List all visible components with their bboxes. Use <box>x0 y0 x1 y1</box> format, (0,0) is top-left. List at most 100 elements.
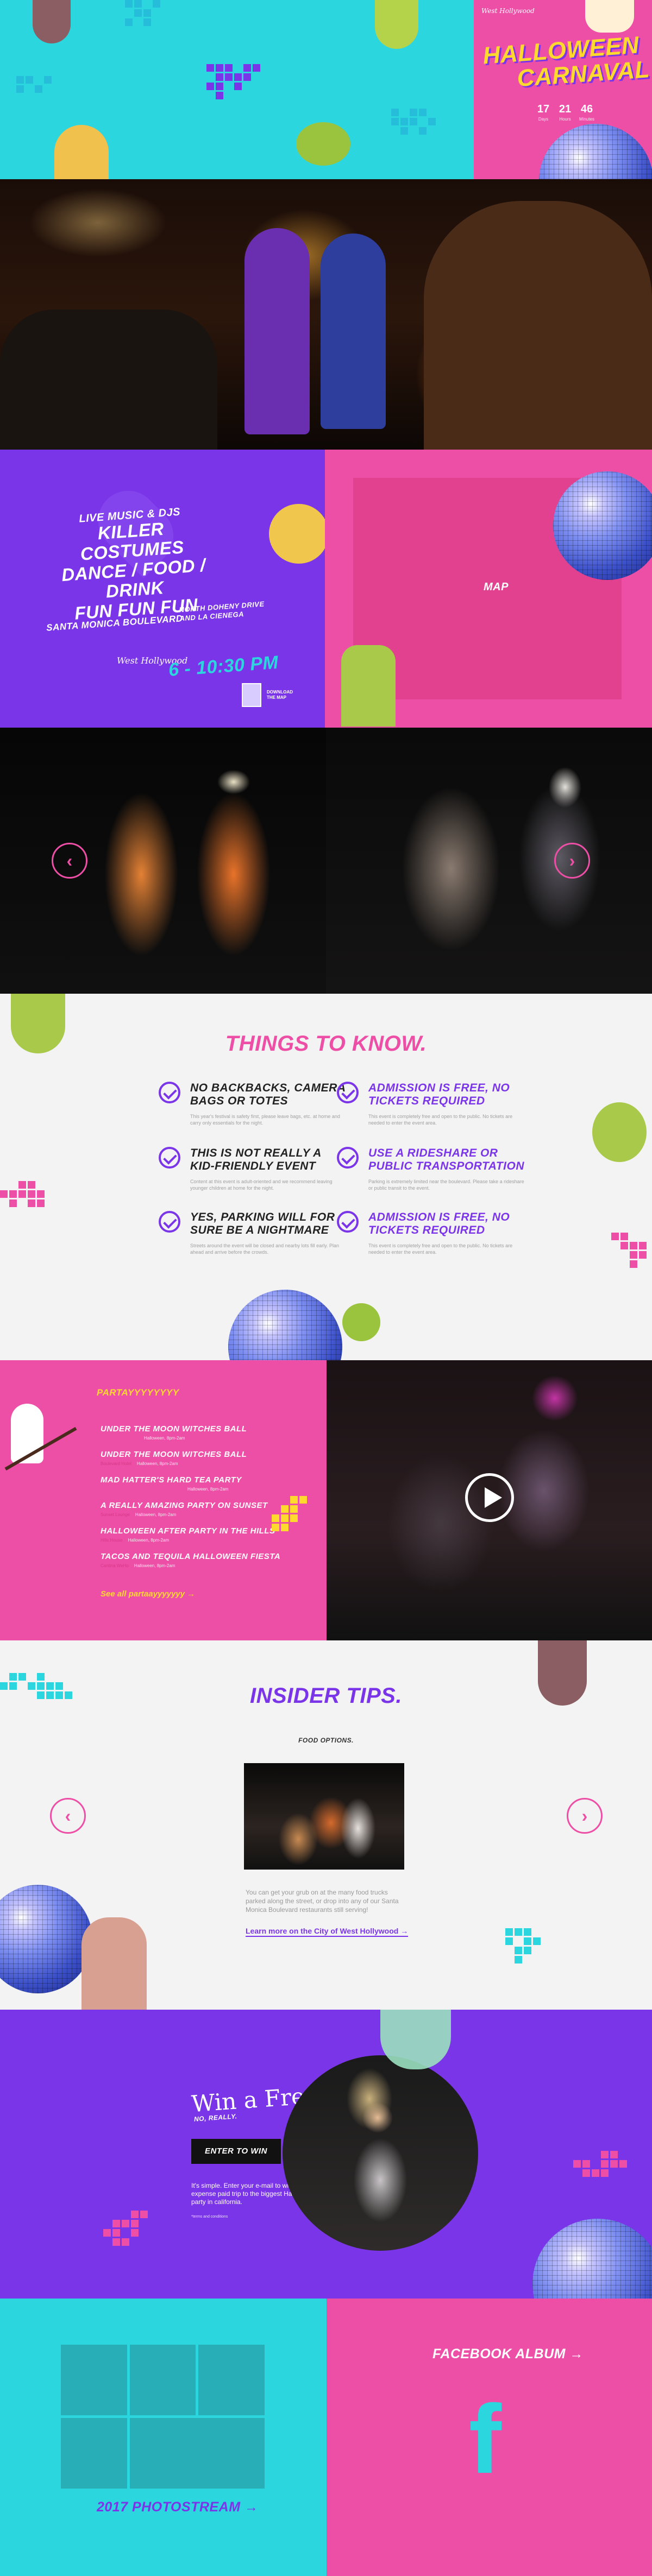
parties-list: Under the Moon Witches Ball Halloween, 8… <box>101 1424 280 1577</box>
download-map-label: Download the map <box>267 690 293 700</box>
arrow-right-icon: → <box>400 1927 409 1935</box>
photostream-panel[interactable]: 2017 PHOTOSTREAM → <box>0 2299 327 2576</box>
tip-title: This is not really a kid-friendly event <box>190 1147 322 1172</box>
chevron-right-icon: › <box>581 1806 588 1826</box>
arrow-right-icon: → <box>569 2346 584 2362</box>
party-date: Halloween, 8pm-2am <box>144 1436 185 1441</box>
checkmark-icon <box>337 1082 359 1103</box>
party-title[interactable]: Halloween After Party in the Hills <box>101 1526 280 1536</box>
party-title[interactable]: A Really Amazing Party on Sunset <box>101 1501 280 1510</box>
chevron-right-icon: › <box>569 851 575 870</box>
download-map-link[interactable]: Download the map <box>242 683 299 707</box>
tip-title: Use a rideshare or public transportation <box>368 1147 524 1172</box>
party-list-item[interactable]: Under the Moon Witches Ball Boulevard Ho… <box>101 1450 280 1466</box>
checkmark-icon <box>159 1147 180 1169</box>
map-label: MAP <box>484 581 509 593</box>
party-venue: Cantina WeHo <box>101 1563 129 1568</box>
tip-item: Use a rideshare or public transportation… <box>337 1147 526 1191</box>
party-title[interactable]: Tacos and Tequila Halloween Fiesta <box>101 1552 280 1561</box>
party-date: Halloween, 8pm-2am <box>134 1563 175 1568</box>
chevron-left-icon: ‹ <box>66 851 73 870</box>
party-date: Halloween, 8pm-2am <box>128 1538 170 1543</box>
bat-illustration-icon <box>33 0 71 43</box>
facebook-album-link[interactable]: FACEBOOK ALBUM → <box>432 2346 584 2362</box>
crowd-figure <box>0 310 217 450</box>
party-list-item[interactable]: Tacos and Tequila Halloween Fiesta Canti… <box>101 1552 280 1568</box>
photostream-thumb[interactable] <box>61 2418 127 2489</box>
photo-gallery: ‹ › <box>0 728 652 994</box>
pixel-block-decoration <box>103 2211 148 2246</box>
terms-link[interactable]: *terms and conditions <box>191 2215 228 2219</box>
witch-illustration-icon <box>54 125 109 179</box>
disco-ball-icon <box>532 2219 652 2299</box>
party-list-item[interactable]: Mad Hatter's Hard Tea Party Halloween, 8… <box>101 1475 280 1492</box>
party-meta: Halloween, 8pm-2am <box>101 1436 280 1441</box>
pixel-block-decoration <box>272 1496 307 1531</box>
insider-tips-section: INSIDER TIPS. FOOD OPTIONS. You can get … <box>0 1640 652 2010</box>
countdown-days-label: Days <box>538 117 549 122</box>
pixel-block-decoration <box>206 64 260 99</box>
disco-ball-icon <box>228 1290 342 1360</box>
checkmark-icon <box>159 1211 180 1233</box>
disco-ball-icon <box>0 1885 92 1993</box>
photostream-thumb[interactable] <box>198 2345 265 2415</box>
checkmark-icon <box>337 1147 359 1169</box>
see-all-parties-link[interactable]: See all partaayyyyyyy → <box>101 1589 195 1599</box>
countdown-hours-value: 21 <box>559 103 572 115</box>
party-title[interactable]: Under the Moon Witches Ball <box>101 1424 280 1434</box>
party-meta: Sunset Lounge Halloween, 8pm-2am <box>101 1512 280 1517</box>
party-title[interactable]: Under the Moon Witches Ball <box>101 1450 280 1459</box>
insider-tip-category: FOOD OPTIONS. <box>298 1737 354 1744</box>
tip-description: Parking is extremely limited near the bo… <box>368 1179 524 1191</box>
gallery-photo <box>326 728 652 994</box>
event-title: HALLOWEEN CARNAVAL <box>482 31 650 94</box>
insider-tip-photo <box>244 1763 404 1870</box>
party-video[interactable] <box>327 1360 652 1640</box>
party-list-item[interactable]: Under the Moon Witches Ball Halloween, 8… <box>101 1424 280 1441</box>
tips-next-button[interactable]: › <box>567 1798 603 1834</box>
tip-description: This year's festival is safety first, pl… <box>190 1114 340 1126</box>
crowd-figure <box>321 233 386 429</box>
party-date: Halloween, 8pm-2am <box>136 1461 178 1466</box>
map-document-icon <box>242 683 261 707</box>
footer-section: 2017 PHOTOSTREAM → FACEBOOK ALBUM → f <box>0 2299 652 2576</box>
chevron-left-icon: ‹ <box>65 1806 71 1826</box>
photostream-thumb[interactable] <box>61 2345 127 2415</box>
tip-description: This event is completely free and open t… <box>368 1243 513 1255</box>
party-meta: Boulevard Hotel Halloween, 8pm-2am <box>101 1461 280 1466</box>
learn-more-link[interactable]: Learn more on the City of West Hollywood… <box>246 1927 409 1937</box>
photostream-link[interactable]: 2017 PHOTOSTREAM → <box>97 2499 259 2515</box>
gallery-next-button[interactable]: › <box>554 843 590 879</box>
photostream-thumb[interactable] <box>129 2418 265 2489</box>
photostream-grid[interactable] <box>61 2345 265 2489</box>
tip-title: Admission is free, no tickets required <box>368 1082 510 1107</box>
hero-section: West Hollywood HALLOWEEN CARNAVAL 17 Day… <box>0 0 652 179</box>
things-to-know-section: THINGS TO KNOW. No backbacks, camera bag… <box>0 994 652 1360</box>
gallery-prev-button[interactable]: ‹ <box>52 843 87 879</box>
photostream-thumb[interactable] <box>129 2345 196 2415</box>
pixel-block-decoration <box>391 109 436 135</box>
facebook-panel[interactable]: FACEBOOK ALBUM → f <box>327 2299 652 2576</box>
party-title[interactable]: Mad Hatter's Hard Tea Party <box>101 1475 280 1485</box>
monster-illustration-icon <box>592 1102 647 1162</box>
facebook-icon[interactable]: f <box>469 2391 501 2489</box>
party-venue: Sunset Lounge <box>101 1512 130 1517</box>
disco-ball-icon <box>539 124 652 179</box>
facebook-album-label: FACEBOOK ALBUM <box>432 2346 566 2362</box>
arrow-right-icon: → <box>244 2499 259 2515</box>
enter-to-win-button[interactable]: ENTER TO WIN <box>191 2139 281 2164</box>
goblin-illustration-icon <box>296 122 350 166</box>
party-list-item[interactable]: A Really Amazing Party on Sunset Sunset … <box>101 1501 280 1517</box>
tips-prev-button[interactable]: ‹ <box>50 1798 86 1834</box>
party-venue: Boulevard Hotel <box>101 1461 131 1466</box>
play-icon[interactable] <box>465 1473 514 1522</box>
party-list-item[interactable]: Halloween After Party in the Hills Hills… <box>101 1526 280 1543</box>
pixel-block-decoration <box>573 2151 627 2177</box>
win-trip-photo <box>283 2055 478 2251</box>
party-meta: Hills House Halloween, 8pm-2am <box>101 1538 280 1543</box>
things-to-know-title: THINGS TO KNOW. <box>225 1032 427 1056</box>
checkmark-icon <box>337 1211 359 1233</box>
party-meta: Halloween, 8pm-2am <box>101 1487 280 1492</box>
tip-title: Yes, parking will for sure be a nightmar… <box>190 1211 335 1236</box>
west-hollywood-logo[interactable]: West Hollywood <box>481 8 535 15</box>
